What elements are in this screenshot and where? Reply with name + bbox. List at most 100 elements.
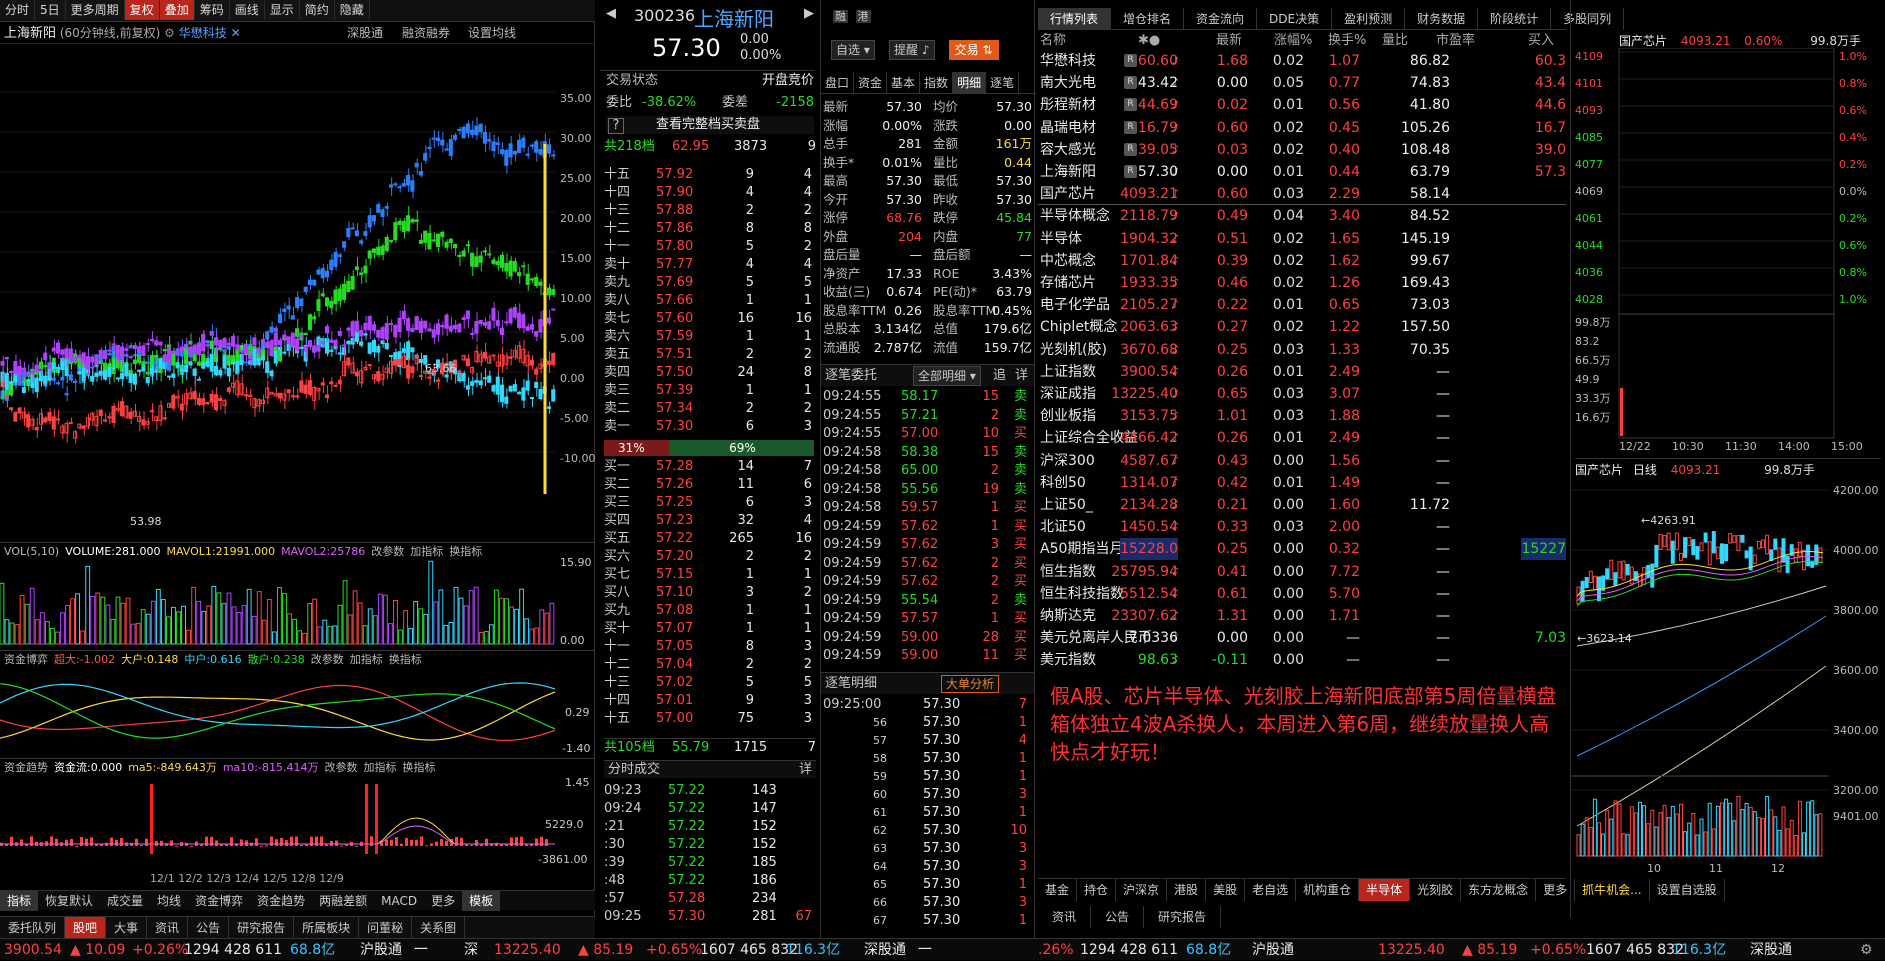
bid-row[interactable]: 买七 57.15 1 1: [604, 566, 814, 584]
kline-chart[interactable]: [0, 44, 595, 540]
detail-button[interactable]: 详: [799, 761, 812, 779]
info-tab-2[interactable]: 研究报告: [1144, 906, 1222, 928]
trade-button[interactable]: 交易 ⇅: [948, 40, 999, 60]
close-icon[interactable]: ✕: [231, 26, 241, 40]
watchlist-button[interactable]: 自选 ▾: [831, 40, 875, 60]
ask-row[interactable]: 卖六 57.59 1 1: [604, 328, 814, 346]
toolbar-item-8[interactable]: 简约: [299, 0, 335, 20]
chart-link-3[interactable]: 设置均线: [468, 22, 516, 44]
market-row[interactable]: 恒生科技指数 ♪ 5512.54 0.61 0.00 5.70—: [1038, 583, 1566, 605]
market-row[interactable]: 创业板指 ♪ 3153.75 1.01 0.03 1.88—: [1038, 405, 1566, 427]
stats-tab-4[interactable]: 明细: [953, 72, 987, 94]
market-tab-0[interactable]: 行情列表: [1038, 8, 1112, 30]
toolbar-item-4[interactable]: 叠加: [159, 0, 195, 20]
bid-row[interactable]: 买五 57.22 265 16: [604, 530, 814, 548]
ask-row[interactable]: 十四 57.90 4 4: [604, 184, 814, 202]
bid-row[interactable]: 十一 57.05 8 3: [604, 638, 814, 656]
indicator-tab-5[interactable]: 资金趋势: [250, 891, 312, 911]
ask-row[interactable]: 卖三 57.39 1 1: [604, 382, 814, 400]
market-row[interactable]: Chiplet概念 ♪ 2063.63 0.27 0.02 1.22 157.50: [1038, 316, 1566, 338]
next-icon[interactable]: ▶: [804, 6, 814, 21]
market-row[interactable]: 上证50_ ♪ 2134.28 0.21 0.00 1.60 11.72: [1038, 494, 1566, 516]
watch-tab-7[interactable]: 半导体: [1359, 879, 1411, 901]
market-row[interactable]: 存储芯片 ♪ 1933.35 0.46 0.02 1.26 169.43: [1038, 272, 1566, 294]
left-tab-2[interactable]: 大事: [106, 917, 148, 939]
bid-row[interactable]: 买十 57.07 1 1: [604, 620, 814, 638]
left-tab-6[interactable]: 所属板块: [294, 917, 360, 939]
bid-row[interactable]: 买三 57.25 6 3: [604, 494, 814, 512]
market-row[interactable]: 南大光电 R ♪ 43.42 0.00 0.05 0.77 74.83 43.4: [1038, 72, 1566, 94]
mini-daily-chart[interactable]: 4200.00 4000.00 3800.00 3600.00 3400.00 3200.…: [1571, 476, 1885, 876]
bid-row[interactable]: 十二 57.04 2 2: [604, 656, 814, 674]
market-tab-5[interactable]: 财务数据: [1405, 8, 1479, 30]
ask-row[interactable]: 卖五 57.51 2 2: [604, 346, 814, 364]
chart-link-1[interactable]: 深股通: [347, 22, 383, 44]
toolbar-item-5[interactable]: 筹码: [194, 0, 230, 20]
left-tab-8[interactable]: 关系图: [412, 917, 466, 939]
toolbar-item-2[interactable]: 更多周期: [65, 0, 125, 20]
alert-button[interactable]: 提醒 ♪: [889, 40, 935, 60]
ask-row[interactable]: 十二 57.86 8 8: [604, 220, 814, 238]
market-row[interactable]: 电子化学品 ♪ 2105.27 0.22 0.01 0.65 73.03: [1038, 294, 1566, 316]
toolbar-item-9[interactable]: 隐藏: [334, 0, 370, 20]
market-row[interactable]: 容大感光 R ♪ 39.05 0.03 0.02 0.40 108.48 39.0: [1038, 139, 1566, 161]
stats-tab-0[interactable]: 盘口: [821, 72, 855, 94]
market-row[interactable]: A50期指当月连续♪15228.00.250.000.32—15227: [1038, 538, 1566, 561]
full-book-button[interactable]: ? 查看完整档买卖盘: [606, 116, 814, 134]
toolbar-item-1[interactable]: 5日: [35, 0, 66, 20]
mini-intraday-chart[interactable]: 4109 4101 4093 4085 4077 4069 4061 4044 4036 4028…: [1571, 48, 1885, 458]
toolbar-item-0[interactable]: 分时: [0, 0, 36, 20]
ask-row[interactable]: 卖一 57.30 6 3: [604, 418, 814, 436]
indicator-tab-4[interactable]: 资金博弈: [188, 891, 250, 911]
indicator-tab-3[interactable]: 均线: [150, 891, 188, 911]
indicator-tab-7[interactable]: MACD: [374, 891, 424, 911]
market-row[interactable]: 半导体概念 ♪ 2118.79 0.49 0.04 3.40 84.52: [1038, 205, 1566, 227]
market-row[interactable]: 沪深300 ♪ 4587.67 0.43 0.00 1.56—: [1038, 450, 1566, 472]
market-tab-2[interactable]: 资金流向: [1184, 8, 1258, 30]
big-order-button[interactable]: 大单分析: [941, 675, 1000, 693]
bid-row[interactable]: 买四 57.23 32 4: [604, 512, 814, 530]
orders-detail-button[interactable]: 详: [1015, 365, 1028, 387]
bid-row[interactable]: 十三 57.02 5 5: [604, 674, 814, 692]
orders-filter[interactable]: 全部明细 ▾: [913, 366, 981, 386]
ask-row[interactable]: 十三 57.88 2 2: [604, 202, 814, 220]
market-row[interactable]: 恒生指数 ♪ 25795.94 0.41 0.00 7.72—: [1038, 561, 1566, 583]
market-tab-1[interactable]: 增仓排名: [1111, 8, 1185, 30]
prev-icon[interactable]: ◀: [606, 6, 616, 21]
left-tab-1[interactable]: 股吧: [65, 917, 107, 939]
indicator-tab-9[interactable]: 模板: [462, 891, 501, 911]
market-row[interactable]: 上证综合全收益 ♪ 4466.42 0.26 0.01 2.49—: [1038, 427, 1566, 449]
market-row[interactable]: 上海新阳 R ♪ 57.30 0.00 0.01 0.44 63.79 57.3: [1038, 161, 1566, 183]
ask-row[interactable]: 卖十 57.77 4 4: [604, 256, 814, 274]
ask-row[interactable]: 卖四 57.50 24 8: [604, 364, 814, 382]
stats-tab-3[interactable]: 指数: [920, 72, 954, 94]
ask-row[interactable]: 十五 57.92 9 4: [604, 166, 814, 184]
bid-row[interactable]: 十四 57.01 9 3: [604, 692, 814, 710]
market-row[interactable]: 华懋科技 R ♪ 60.60 1.68 0.02 1.07 86.82 60.3: [1038, 50, 1566, 72]
compare-tag[interactable]: 华懋科技: [179, 26, 227, 40]
chart-link-2[interactable]: 融资融券: [402, 22, 450, 44]
watch-tab-5[interactable]: 老自选: [1245, 879, 1297, 901]
market-row[interactable]: 深证成指 ♪ 13225.40 0.65 0.03 3.07—: [1038, 383, 1566, 405]
market-row[interactable]: 科创50 ♪ 1314.07 0.42 0.01 1.49—: [1038, 472, 1566, 494]
bid-row[interactable]: 十五 57.00 75 3: [604, 710, 814, 728]
watch-tab-2[interactable]: 沪深京: [1116, 879, 1168, 901]
watch-tab-1[interactable]: 持仓: [1077, 879, 1117, 901]
market-row[interactable]: 半导体 ♪ 1904.32 0.51 0.02 1.65 145.19: [1038, 228, 1566, 250]
stats-tab-1[interactable]: 资金: [854, 72, 888, 94]
market-row[interactable]: 彤程新材 R ♪ 44.69 0.02 0.01 0.56 41.80 44.6: [1038, 94, 1566, 116]
track-button[interactable]: 追: [993, 365, 1006, 387]
indicator-tab-2[interactable]: 成交量: [100, 891, 150, 911]
watch-tab-0[interactable]: 基金: [1038, 879, 1078, 901]
indicator-tab-1[interactable]: 恢复默认: [38, 891, 100, 911]
toolbar-item-3[interactable]: 复权: [124, 0, 160, 20]
left-tab-7[interactable]: 问董秘: [359, 917, 413, 939]
watch-tab-6[interactable]: 机构重仓: [1296, 879, 1360, 901]
info-tab-0[interactable]: 资讯: [1038, 906, 1092, 928]
toolbar-item-7[interactable]: 显示: [264, 0, 300, 20]
left-tab-3[interactable]: 资讯: [147, 917, 189, 939]
gear-icon[interactable]: ⚙: [164, 26, 175, 40]
stats-tab-2[interactable]: 基本: [887, 72, 921, 94]
indicator-tab-6[interactable]: 两融差额: [312, 891, 374, 911]
watch-tab-4[interactable]: 美股: [1206, 879, 1246, 901]
